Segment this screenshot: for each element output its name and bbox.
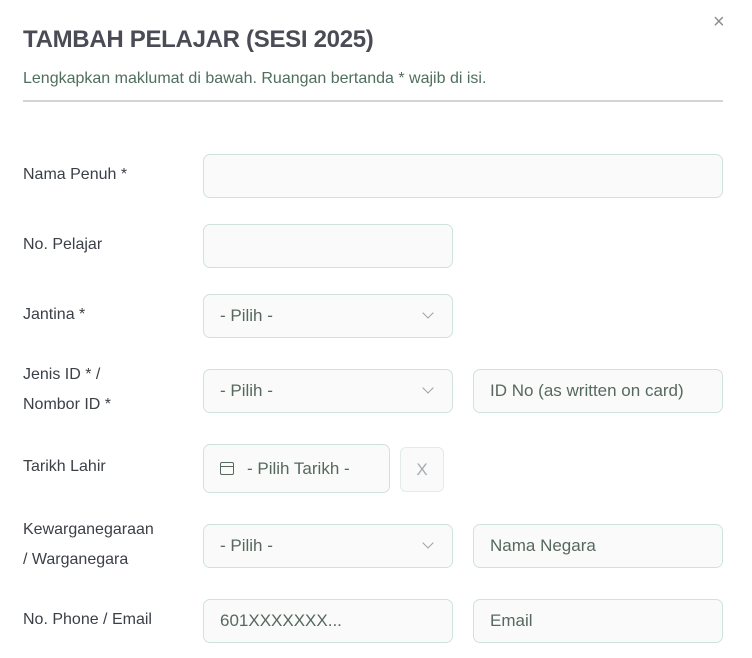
chevron-down-icon — [422, 307, 434, 319]
calendar-icon — [220, 462, 234, 475]
email-input[interactable]: Email — [473, 599, 723, 643]
jenis-id-label: Jenis ID * / — [23, 366, 101, 383]
phone-input[interactable]: 601XXXXXXX... — [203, 599, 453, 643]
nama-negara-input[interactable]: Nama Negara — [473, 524, 723, 568]
nama-negara-placeholder: Nama Negara — [490, 536, 596, 555]
dialog-title: TAMBAH PELAJAR (SESI 2025) — [23, 26, 374, 53]
jantina-selected: - Pilih - — [220, 306, 273, 325]
divider — [23, 100, 723, 102]
nombor-id-label: Nombor ID * — [23, 396, 112, 413]
warganegara-label: / Warganegara — [23, 551, 129, 568]
nombor-id-placeholder: ID No (as written on card) — [490, 381, 684, 400]
contact-label: No. Phone / Email — [23, 611, 152, 628]
jenis-id-select[interactable]: - Pilih - — [203, 369, 453, 413]
email-placeholder: Email — [490, 611, 533, 630]
kewarganegaraan-selected: - Pilih - — [220, 536, 273, 555]
no-pelajar-input[interactable] — [203, 224, 453, 268]
phone-placeholder: 601XXXXXXX... — [220, 611, 342, 630]
close-icon[interactable]: × — [713, 12, 725, 32]
tarikh-lahir-picker[interactable]: - Pilih Tarikh - — [203, 444, 390, 493]
jantina-select[interactable]: - Pilih - — [203, 294, 453, 338]
jantina-label: Jantina * — [23, 306, 86, 323]
nama-penuh-label: Nama Penuh * — [23, 166, 128, 183]
kewarganegaraan-select[interactable]: - Pilih - — [203, 524, 453, 568]
chevron-down-icon — [422, 382, 434, 394]
dialog-subtitle: Lengkapkan maklumat di bawah. Ruangan be… — [23, 70, 487, 87]
nombor-id-input[interactable]: ID No (as written on card) — [473, 369, 723, 413]
kewarganegaraan-label: Kewarganegaraan — [23, 521, 154, 538]
tarikh-lahir-label: Tarikh Lahir — [23, 458, 106, 475]
nama-penuh-input[interactable] — [203, 154, 723, 198]
no-pelajar-label: No. Pelajar — [23, 236, 103, 253]
jenis-id-selected: - Pilih - — [220, 381, 273, 400]
tarikh-lahir-placeholder: - Pilih Tarikh - — [247, 458, 350, 478]
clear-date-button[interactable]: X — [400, 447, 444, 492]
chevron-down-icon — [422, 537, 434, 549]
